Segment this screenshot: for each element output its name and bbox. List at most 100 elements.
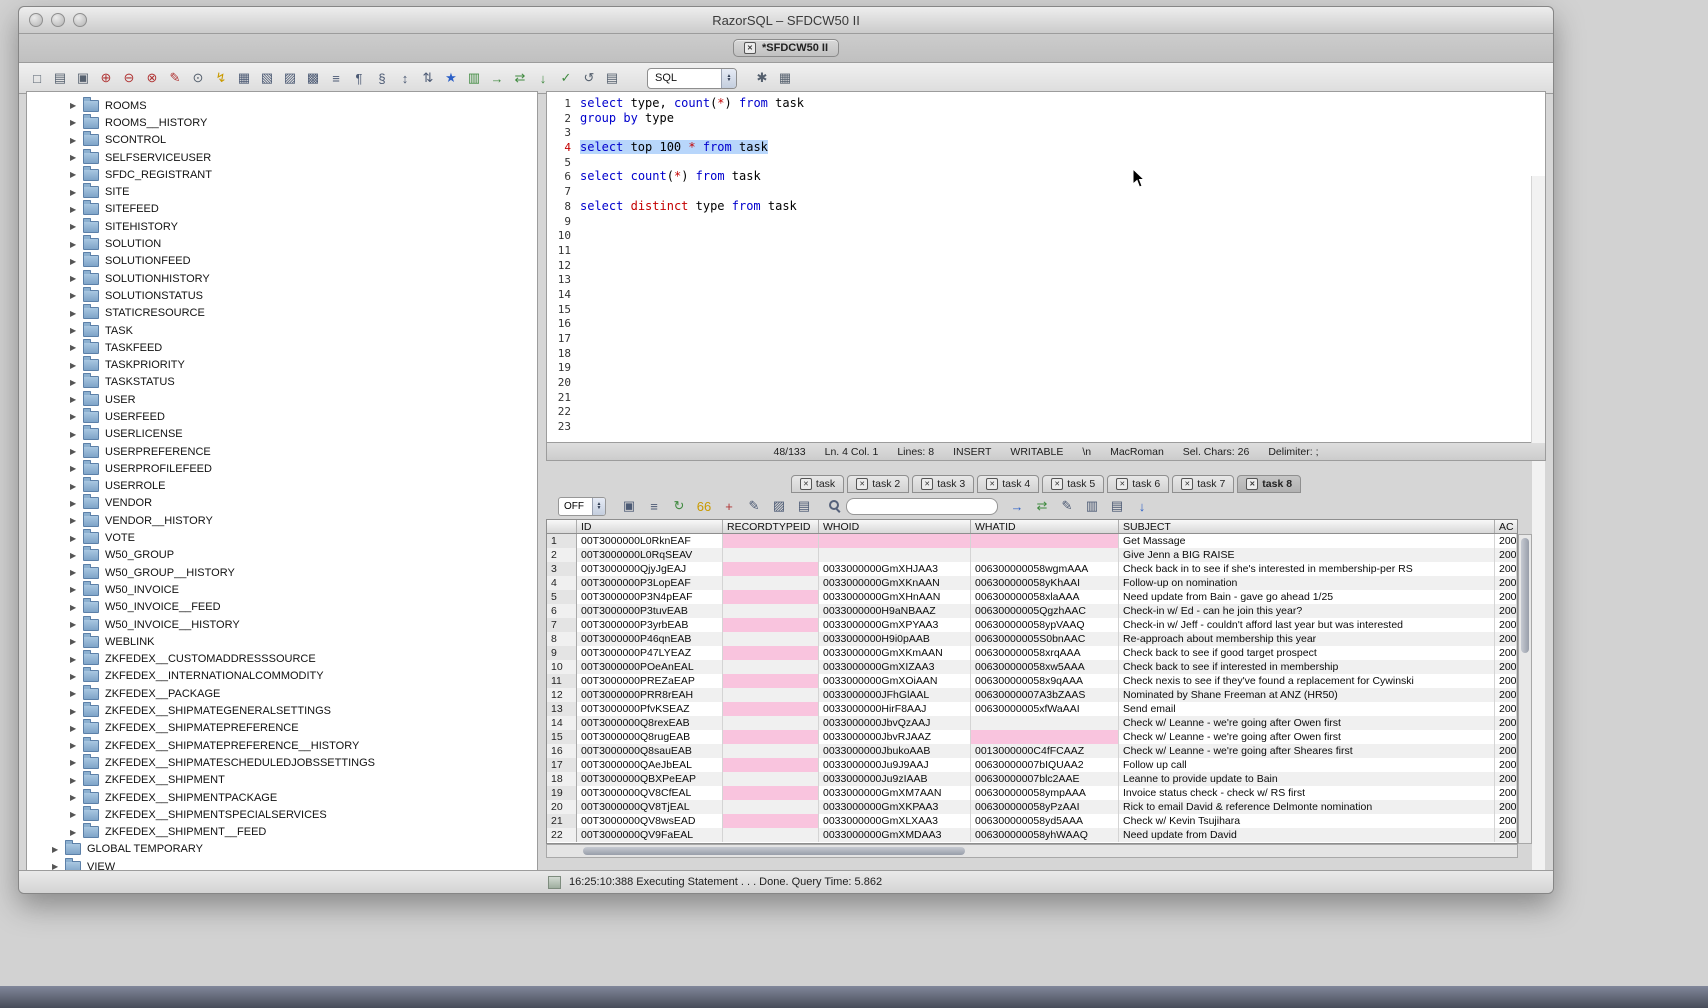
edit-cell-icon[interactable]: ✎ (1057, 496, 1077, 516)
cell-id[interactable]: 00T3000000P3N4pEAF (577, 590, 723, 604)
cell-subject[interactable]: Check w/ Leanne - we're going after Owen… (1119, 716, 1495, 730)
cell-ac[interactable]: 200 (1495, 800, 1517, 814)
disclosure-triangle-icon[interactable]: ▶ (70, 655, 83, 664)
row-number[interactable]: 22 (547, 828, 577, 842)
compare-icon[interactable]: ▩ (303, 68, 323, 88)
open-file-icon[interactable]: ▤ (50, 68, 70, 88)
table-row[interactable]: 1500T3000000Q8rugEAB0033000000JbvRJAAZCh… (547, 730, 1517, 744)
tree-item[interactable]: ▶GLOBAL TEMPORARY (27, 841, 537, 858)
close-tab-icon[interactable]: ✕ (1246, 478, 1258, 490)
result-tab[interactable]: ✕task 8 (1237, 475, 1301, 493)
table-row[interactable]: 1100T3000000PREZaEAP0033000000GmXOiAAN00… (547, 674, 1517, 688)
cell-whatid[interactable]: 00630000007blc2AAE (971, 772, 1119, 786)
sql-editor[interactable]: 1select type, count(*) from task2group b… (546, 91, 1546, 443)
editor-scrollbar[interactable] (1531, 176, 1545, 870)
cell-whatid[interactable]: 006300000058ypVAAQ (971, 618, 1119, 632)
disclosure-triangle-icon[interactable]: ▶ (70, 689, 83, 698)
disclosure-triangle-icon[interactable]: ▶ (70, 741, 83, 750)
column-header[interactable]: ID (577, 520, 723, 533)
disclosure-triangle-icon[interactable]: ▶ (70, 758, 83, 767)
tree-item[interactable]: ▶ZKFEDEX__SHIPMATEGENERALSETTINGS (27, 702, 537, 719)
cell-ac[interactable]: 200 (1495, 562, 1517, 576)
cell-recordtypeid[interactable] (723, 562, 819, 576)
cell-whoid[interactable]: 0033000000Ju9zIAAB (819, 772, 971, 786)
cell-ac[interactable]: 200 (1495, 646, 1517, 660)
cell-whoid[interactable]: 0033000000GmXKmAAN (819, 646, 971, 660)
tree-item[interactable]: ▶SELFSERVICEUSER (27, 149, 537, 166)
row-number[interactable]: 10 (547, 660, 577, 674)
cell-ac[interactable]: 200 (1495, 632, 1517, 646)
cell-whoid[interactable]: 0033000000GmXHnAAN (819, 590, 971, 604)
tree-item[interactable]: ▶VOTE (27, 529, 537, 546)
table-row[interactable]: 200T3000000L0RqSEAVGive Jenn a BIG RAISE… (547, 548, 1517, 562)
cell-id[interactable]: 00T3000000P46qnEAB (577, 632, 723, 646)
cell-ac[interactable]: 200 (1495, 716, 1517, 730)
fetch-icon[interactable]: ↓ (533, 68, 553, 88)
disclosure-triangle-icon[interactable]: ▶ (70, 464, 83, 473)
tree-item[interactable]: ▶ZKFEDEX__PACKAGE (27, 685, 537, 702)
cell-whoid[interactable]: 0033000000GmXLXAA3 (819, 814, 971, 828)
tree-item[interactable]: ▶USERPROFILEFEED (27, 460, 537, 477)
cell-whoid[interactable]: 0033000000JbukoAAB (819, 744, 971, 758)
tree-item[interactable]: ▶W50_GROUP__HISTORY (27, 564, 537, 581)
fetch-more-icon[interactable]: ↓ (1132, 496, 1152, 516)
tree-item[interactable]: ▶VENDOR__HISTORY (27, 512, 537, 529)
cell-whoid[interactable] (819, 534, 971, 548)
row-number[interactable]: 13 (547, 702, 577, 716)
cell-id[interactable]: 00T3000000QjyJgEAJ (577, 562, 723, 576)
cell-ac[interactable]: 200 (1495, 674, 1517, 688)
row-number[interactable]: 8 (547, 632, 577, 646)
close-tab-icon[interactable]: ✕ (1116, 478, 1128, 490)
tree-item[interactable]: ▶WEBLINK (27, 633, 537, 650)
cell-whoid[interactable]: 0033000000Ju9J9AAJ (819, 758, 971, 772)
filter-icon[interactable]: ≡ (644, 496, 664, 516)
row-number[interactable]: 16 (547, 744, 577, 758)
cell-whoid[interactable]: 0033000000H9aNBAAZ (819, 604, 971, 618)
cell-whatid[interactable]: 006300000058wgmAAA (971, 562, 1119, 576)
cell-ac[interactable]: 200 (1495, 814, 1517, 828)
view-text-icon[interactable]: ▥ (1082, 496, 1102, 516)
cell-recordtypeid[interactable] (723, 814, 819, 828)
cell-recordtypeid[interactable] (723, 590, 819, 604)
cell-recordtypeid[interactable] (723, 828, 819, 842)
table-row[interactable]: 1400T3000000Q8rexEAB0033000000JbvQzAAJCh… (547, 716, 1517, 730)
disclosure-triangle-icon[interactable]: ▶ (70, 637, 83, 646)
row-number[interactable]: 4 (547, 576, 577, 590)
cell-recordtypeid[interactable] (723, 534, 819, 548)
cell-whatid[interactable]: 00630000005QgzhAAC (971, 604, 1119, 618)
row-number[interactable]: 21 (547, 814, 577, 828)
cell-recordtypeid[interactable] (723, 618, 819, 632)
cell-id[interactable]: 00T3000000QV9FaEAL (577, 828, 723, 842)
cell-whoid[interactable]: 0033000000H9i0pAAB (819, 632, 971, 646)
cell-subject[interactable]: Check w/ Leanne - we're going after Owen… (1119, 730, 1495, 744)
cell-id[interactable]: 00T3000000QAeJbEAL (577, 758, 723, 772)
table-row[interactable]: 1900T3000000QV8CfEAL0033000000GmXM7AAN00… (547, 786, 1517, 800)
disclosure-triangle-icon[interactable]: ▶ (70, 482, 83, 491)
table-horizontal-scrollbar[interactable] (546, 844, 1518, 858)
disclosure-triangle-icon[interactable]: ▶ (70, 620, 83, 629)
cell-whatid[interactable]: 00630000007A3bZAAS (971, 688, 1119, 702)
tree-item[interactable]: ▶SOLUTIONSTATUS (27, 287, 537, 304)
tree-item[interactable]: ▶SITE (27, 183, 537, 200)
tree-item[interactable]: ▶TASK (27, 322, 537, 339)
disclosure-triangle-icon[interactable]: ▶ (70, 222, 83, 231)
close-tab-icon[interactable]: ✕ (800, 478, 812, 490)
cell-whatid[interactable]: 006300000058xw5AAA (971, 660, 1119, 674)
preferences-icon[interactable]: ✱ (752, 68, 772, 88)
table-row[interactable]: 100T3000000L0RknEAFGet Massage200 (547, 534, 1517, 548)
tree-item[interactable]: ▶ZKFEDEX__INTERNATIONALCOMMODITY (27, 668, 537, 685)
parameters-icon[interactable]: § (372, 68, 392, 88)
disclosure-triangle-icon[interactable]: ▶ (70, 291, 83, 300)
cell-ac[interactable]: 200 (1495, 618, 1517, 632)
cell-subject[interactable]: Check nexis to see if they've found a re… (1119, 674, 1495, 688)
column-header[interactable]: AC (1495, 520, 1517, 533)
table-row[interactable]: 1000T3000000POeAnEAL0033000000GmXIZAA300… (547, 660, 1517, 674)
cell-whatid[interactable]: 006300000058yhWAAQ (971, 828, 1119, 842)
tree-item[interactable]: ▶W50_INVOICE (27, 581, 537, 598)
tree-item[interactable]: ▶VENDOR (27, 495, 537, 512)
cell-id[interactable]: 00T3000000P3yrbEAB (577, 618, 723, 632)
disclosure-triangle-icon[interactable]: ▶ (70, 551, 83, 560)
cell-subject[interactable]: Nominated by Shane Freeman at ANZ (HR50) (1119, 688, 1495, 702)
table-row[interactable]: 500T3000000P3N4pEAF0033000000GmXHnAAN006… (547, 590, 1517, 604)
disclosure-triangle-icon[interactable]: ▶ (70, 361, 83, 370)
